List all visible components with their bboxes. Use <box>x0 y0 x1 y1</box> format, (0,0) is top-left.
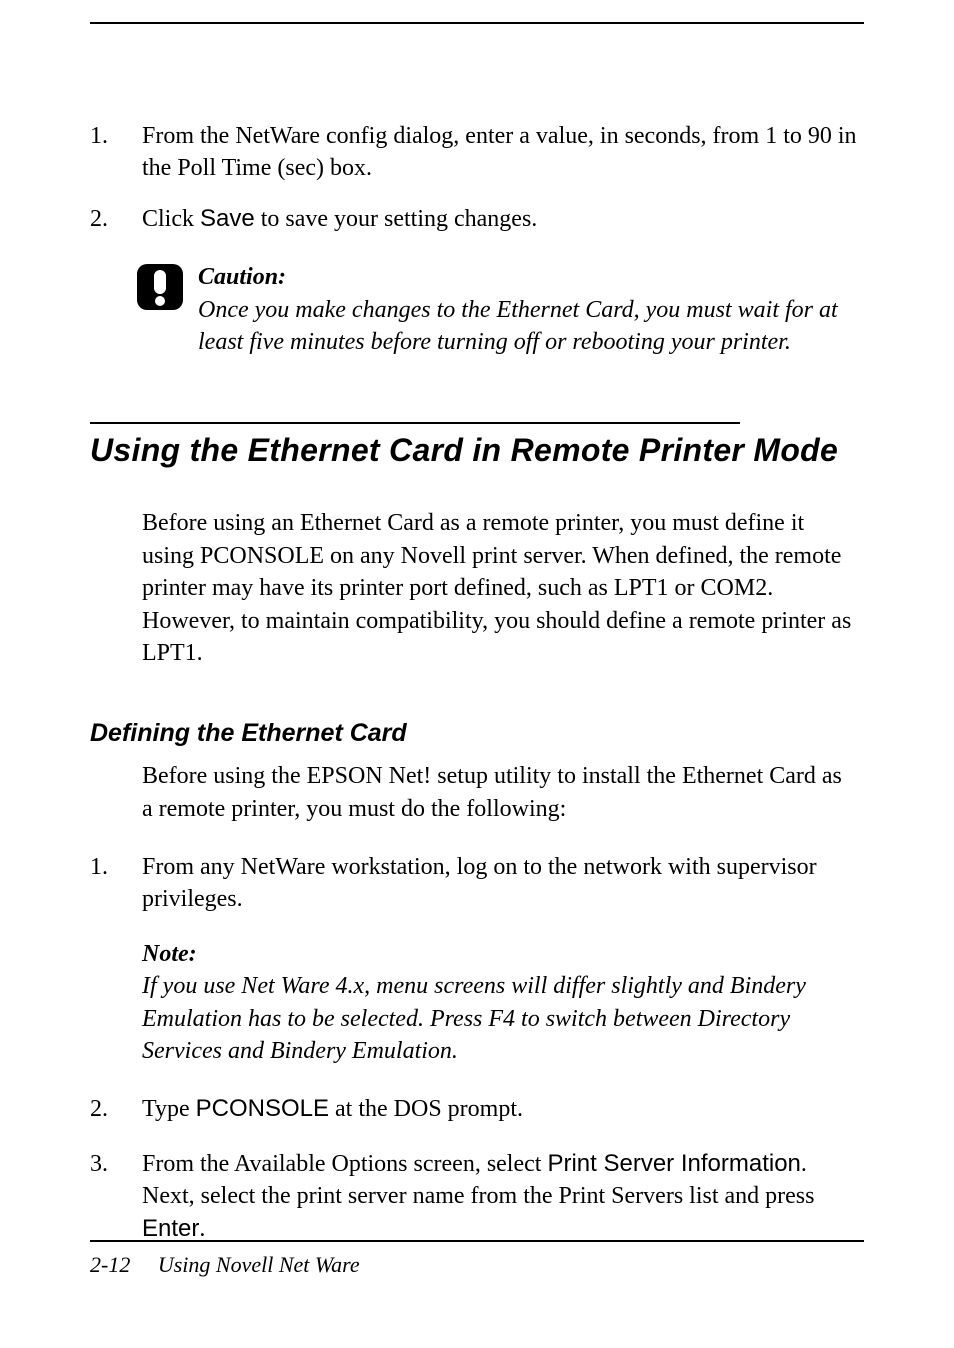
step-2-posttext: to save your setting changes. <box>255 206 538 232</box>
top-rule <box>90 22 864 24</box>
print-server-information-option: Print Server Information <box>547 1150 800 1177</box>
defining-steps-list: 1. From any NetWare workstation, log on … <box>90 851 864 916</box>
defining-steps-list-cont: 2. Type PCONSOLE at the DOS prompt. 3. F… <box>90 1093 864 1245</box>
def-step-2-pretext: Type <box>142 1096 196 1122</box>
def-step-3: 3. From the Available Options screen, se… <box>90 1148 864 1245</box>
save-label: Save <box>200 205 255 232</box>
note-block: Note: If you use Net Ware 4.x, menu scre… <box>142 938 854 1068</box>
def-step-1-number: 1. <box>90 851 142 916</box>
pconsole-command: PCONSOLE <box>196 1095 329 1122</box>
chapter-title: Using Novell Net Ware <box>158 1252 360 1277</box>
def-step-2-posttext: at the DOS prompt. <box>329 1096 523 1122</box>
step-2-text: Click Save to save your setting changes. <box>142 203 864 235</box>
def-step-3-number: 3. <box>90 1148 142 1245</box>
def-step-1: 1. From any NetWare workstation, log on … <box>90 851 864 916</box>
def-step-3-pretext: From the Available Options screen, selec… <box>142 1151 547 1177</box>
def-step-3-endtext: . <box>199 1216 205 1242</box>
note-message: If you use Net Ware 4.x, menu screens wi… <box>142 973 806 1064</box>
top-steps-list: 1. From the NetWare config dialog, enter… <box>90 120 864 235</box>
page-content: 1. From the NetWare config dialog, enter… <box>90 120 864 1267</box>
page-number: 2-12 <box>90 1252 130 1277</box>
caution-text: Caution: Once you make changes to the Et… <box>198 261 854 358</box>
subsection-heading: Defining the Ethernet Card <box>90 719 864 748</box>
caution-label: Caution: <box>198 264 286 290</box>
step-2-number: 2. <box>90 203 142 235</box>
section-rule <box>90 422 740 424</box>
step-1-text: From the NetWare config dialog, enter a … <box>142 120 864 185</box>
step-2: 2. Click Save to save your setting chang… <box>90 203 864 235</box>
footer-rule <box>90 1240 864 1242</box>
step-1-number: 1. <box>90 120 142 185</box>
section-paragraph: Before using an Ethernet Card as a remot… <box>142 507 854 669</box>
def-step-2: 2. Type PCONSOLE at the DOS prompt. <box>90 1093 864 1125</box>
section-heading: Using the Ethernet Card in Remote Printe… <box>90 432 864 469</box>
def-step-2-text: Type PCONSOLE at the DOS prompt. <box>142 1093 864 1125</box>
note-label: Note: <box>142 941 197 967</box>
footer-line: 2-12 Using Novell Net Ware <box>90 1252 864 1278</box>
def-step-3-text: From the Available Options screen, selec… <box>142 1148 864 1245</box>
document-page: 1. From the NetWare config dialog, enter… <box>0 0 954 1348</box>
step-1: 1. From the NetWare config dialog, enter… <box>90 120 864 185</box>
caution-message: Once you make changes to the Ethernet Ca… <box>198 297 838 355</box>
enter-key: Enter <box>142 1215 199 1242</box>
def-step-2-number: 2. <box>90 1093 142 1125</box>
caution-block: Caution: Once you make changes to the Et… <box>136 261 854 358</box>
caution-icon <box>136 263 192 316</box>
subsection-paragraph: Before using the EPSON Net! setup utilit… <box>142 760 854 825</box>
page-footer: 2-12 Using Novell Net Ware <box>90 1240 864 1278</box>
def-step-1-text: From any NetWare workstation, log on to … <box>142 851 864 916</box>
step-2-pretext: Click <box>142 206 200 232</box>
